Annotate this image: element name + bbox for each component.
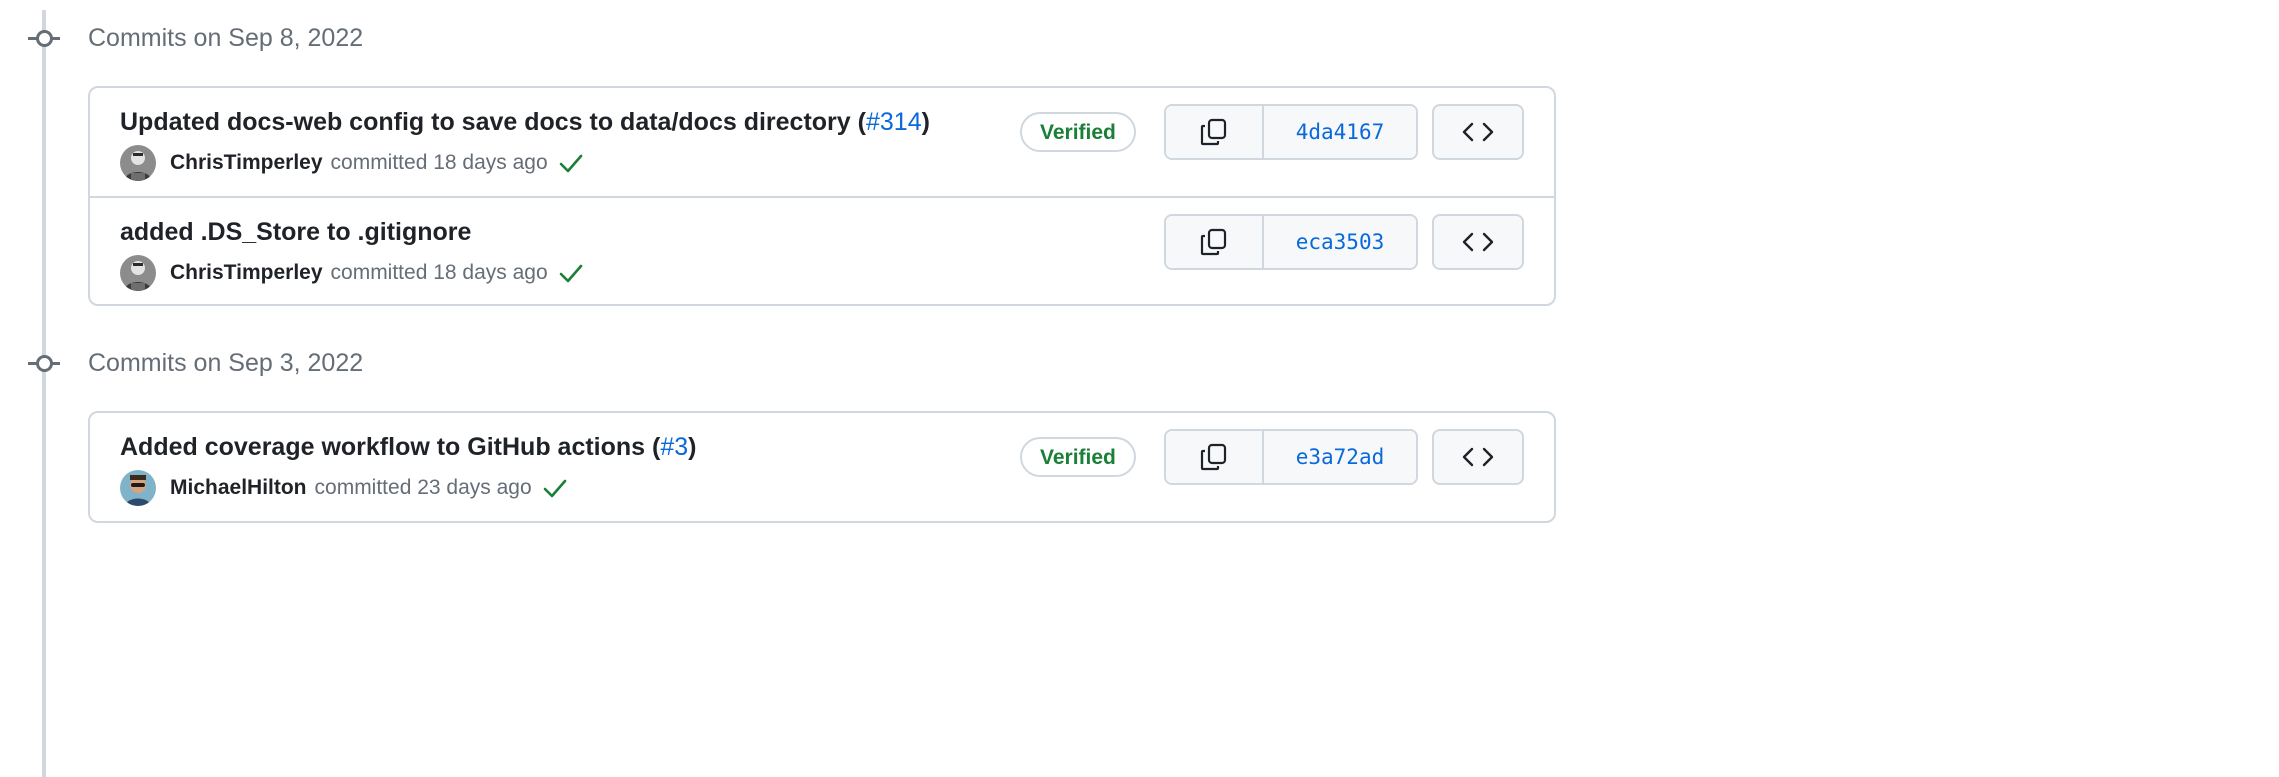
avatar[interactable] [120, 470, 156, 506]
sha-button-group: 4da4167 [1164, 104, 1418, 160]
commit-time: 18 days ago [433, 261, 548, 284]
verified-badge[interactable]: Verified [1020, 112, 1136, 152]
copy-icon [1200, 443, 1227, 471]
author-link[interactable]: ChrisTimperley [170, 151, 323, 175]
commit-title[interactable]: Added coverage workflow to GitHub action… [120, 433, 696, 462]
author-link[interactable]: MichaelHilton [170, 476, 307, 500]
author-link[interactable]: ChrisTimperley [170, 261, 323, 285]
group-title: Commits on Sep 3, 2022 [88, 349, 364, 377]
commit-sha-link[interactable]: 4da4167 [1264, 106, 1416, 158]
pr-link[interactable]: #3 [660, 433, 688, 461]
commit-message[interactable]: Added coverage workflow to GitHub action… [120, 433, 645, 461]
commit-action: committed [330, 261, 428, 284]
browse-repo-button[interactable] [1432, 429, 1524, 485]
pr-paren-close: ) [688, 433, 697, 461]
commit-meta: MichaelHilton committed 23 days ago [120, 469, 568, 507]
group-title: Commits on Sep 8, 2022 [88, 24, 364, 52]
timeline-line [42, 10, 46, 777]
commit-sha-link[interactable]: eca3503 [1264, 216, 1416, 268]
copy-icon [1200, 228, 1227, 256]
commit-history: Commits on Sep 8, 2022 Updated docs-web … [0, 0, 1565, 777]
check-icon[interactable] [558, 153, 584, 173]
code-icon [1462, 232, 1494, 252]
commit-row: added .DS_Store to .gitignore ChrisTimpe… [90, 196, 1554, 304]
commit-row: Added coverage workflow to GitHub action… [90, 413, 1554, 521]
commit-list: Updated docs-web config to save docs to … [88, 86, 1556, 306]
commit-action: committed [314, 476, 412, 499]
avatar[interactable] [120, 255, 156, 291]
sha-button-group: e3a72ad [1164, 429, 1418, 485]
commit-action: committed [330, 151, 428, 174]
commit-node-icon [28, 28, 60, 48]
commit-list: Added coverage workflow to GitHub action… [88, 411, 1556, 523]
commit-node-icon [28, 353, 60, 373]
commit-message[interactable]: Updated docs-web config to save docs to … [120, 108, 851, 136]
check-icon[interactable] [542, 478, 568, 498]
pr-paren-open: ( [857, 108, 866, 136]
browse-repo-button[interactable] [1432, 214, 1524, 270]
commit-message[interactable]: added .DS_Store to .gitignore [120, 218, 471, 246]
commit-sha-link[interactable]: e3a72ad [1264, 431, 1416, 483]
commit-time: 18 days ago [433, 151, 548, 174]
commit-meta: ChrisTimperley committed 18 days ago [120, 254, 584, 292]
code-icon [1462, 447, 1494, 467]
sha-button-group: eca3503 [1164, 214, 1418, 270]
check-icon[interactable] [558, 263, 584, 283]
browse-repo-button[interactable] [1432, 104, 1524, 160]
code-icon [1462, 122, 1494, 142]
commit-row: Updated docs-web config to save docs to … [90, 88, 1554, 196]
commit-meta: ChrisTimperley committed 18 days ago [120, 144, 584, 182]
pr-link[interactable]: #314 [866, 108, 922, 136]
copy-icon [1200, 118, 1227, 146]
commit-title[interactable]: added .DS_Store to .gitignore [120, 218, 471, 247]
copy-sha-button[interactable] [1166, 431, 1264, 483]
pr-paren-close: ) [921, 108, 930, 136]
copy-sha-button[interactable] [1166, 216, 1264, 268]
copy-sha-button[interactable] [1166, 106, 1264, 158]
commit-time: 23 days ago [417, 476, 532, 499]
verified-badge[interactable]: Verified [1020, 437, 1136, 477]
avatar[interactable] [120, 145, 156, 181]
commit-title[interactable]: Updated docs-web config to save docs to … [120, 108, 930, 137]
